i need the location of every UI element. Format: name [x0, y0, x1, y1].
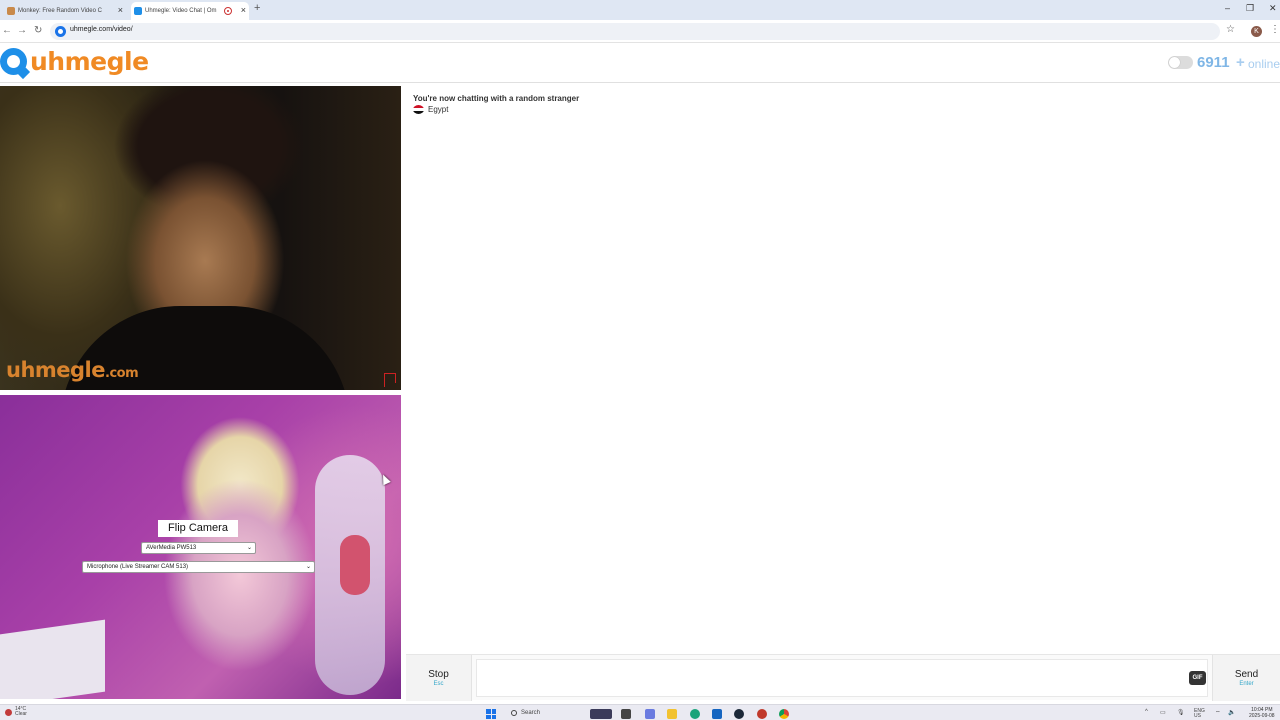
browser-menu-icon[interactable]: ⋮ — [1270, 24, 1280, 35]
weather-desc: Clear — [15, 711, 27, 717]
stranger-video: uhmegle.com — [0, 86, 401, 390]
stop-label: Stop — [428, 669, 449, 680]
url-text: uhmegle.com/video/ — [70, 26, 133, 33]
weather-widget[interactable]: 14°C Clear — [5, 707, 27, 717]
chrome-icon[interactable] — [779, 709, 789, 719]
message-input[interactable] — [476, 659, 1208, 697]
taskbar-search[interactable]: Search — [507, 708, 587, 719]
theme-toggle[interactable] — [1168, 56, 1193, 69]
wifi-icon[interactable]: ⌔ — [1215, 709, 1221, 717]
online-count: 6911 — [1197, 54, 1230, 71]
steam-icon[interactable] — [734, 709, 744, 719]
forward-icon[interactable]: → — [17, 25, 27, 36]
outlook-icon[interactable] — [712, 709, 722, 719]
stranger-country: Egypt — [413, 105, 448, 114]
new-tab-icon[interactable]: + — [254, 2, 260, 14]
stop-hint: Esc — [433, 681, 444, 687]
close-tab-icon[interactable]: × — [118, 5, 123, 15]
back-icon[interactable]: ← — [2, 25, 12, 36]
os-taskbar: 14°C Clear Search ^ ▭ 🎙 ENG US ⌔ 🔈 10:04… — [0, 704, 1280, 720]
tray-app-icon[interactable]: ▭ — [1160, 709, 1166, 716]
language-indicator[interactable]: ENG US — [1194, 709, 1205, 719]
camera-select[interactable]: AVerMedia PW513 ⌄ — [141, 542, 256, 554]
gif-button[interactable]: GIF — [1189, 671, 1206, 685]
game-app-icon[interactable] — [590, 709, 612, 719]
camera-select-value: AVerMedia PW513 — [146, 545, 197, 551]
file-app-icon[interactable] — [621, 709, 631, 719]
site-info-icon[interactable] — [55, 26, 66, 37]
reload-icon[interactable]: ↻ — [34, 25, 42, 36]
copilot-icon[interactable] — [645, 709, 655, 719]
tab-title: Uhmegle: Video Chat | Om — [145, 8, 217, 14]
report-flag-icon[interactable] — [383, 373, 396, 387]
language-region: US — [1194, 713, 1201, 719]
self-video-chair-pad — [340, 535, 370, 595]
chat-status-message: You're now chatting with a random strang… — [413, 94, 580, 103]
close-window-icon[interactable]: ✕ — [1269, 3, 1277, 14]
microphone-tray-icon[interactable]: 🎙 — [1177, 709, 1185, 716]
tab-uhmegle[interactable]: Uhmegle: Video Chat | Om × — [131, 2, 249, 20]
chat-bubble-logo-icon — [0, 48, 27, 75]
close-tab-icon[interactable]: × — [241, 5, 246, 15]
tab-monkey[interactable]: Monkey: Free Random Video C × — [4, 2, 126, 20]
chevron-down-icon: ⌄ — [246, 545, 252, 551]
send-button[interactable]: Send Enter — [1212, 655, 1280, 701]
tab-title: Monkey: Free Random Video C — [18, 8, 102, 14]
edge-browser-icon[interactable] — [690, 709, 700, 719]
bookmark-star-icon[interactable]: ☆ — [1226, 24, 1235, 35]
omnibox[interactable]: uhmegle.com/video/ — [50, 23, 1220, 40]
stop-button[interactable]: Stop Esc — [406, 655, 472, 701]
chat-log[interactable]: You're now chatting with a random strang… — [406, 86, 1280, 652]
chat-controls: Stop Esc GIF Send Enter — [406, 654, 1280, 701]
taskbar-clock[interactable]: 10:04 PM 2025-09-08 — [1249, 707, 1275, 719]
self-video-desk — [0, 619, 105, 699]
tray-overflow-icon[interactable]: ^ — [1145, 709, 1148, 715]
recording-indicator-icon — [224, 7, 232, 15]
microphone-select[interactable]: Microphone (Live Streamer CAM 513) ⌄ — [82, 561, 315, 573]
browser-tab-strip: Monkey: Free Random Video C × Uhmegle: V… — [0, 0, 1280, 20]
watermark-main: uhmegle — [6, 358, 106, 382]
send-hint: Enter — [1239, 681, 1254, 687]
restore-icon[interactable]: ❐ — [1246, 3, 1254, 14]
logo-text: uhmegle — [30, 47, 149, 76]
windows-start-icon[interactable] — [486, 709, 496, 719]
online-label: online — [1248, 57, 1280, 71]
flip-camera-button[interactable]: Flip Camera — [158, 520, 238, 537]
site-logo[interactable]: uhmegle — [0, 47, 149, 76]
profile-avatar[interactable]: K — [1251, 26, 1262, 37]
send-label: Send — [1234, 669, 1259, 680]
uhmegle-favicon-icon — [134, 7, 142, 15]
volume-icon[interactable]: 🔈 — [1228, 709, 1235, 716]
country-name: Egypt — [428, 105, 449, 114]
site-header: uhmegle 6911 + online — [0, 43, 1280, 83]
monkey-favicon-icon — [7, 7, 15, 15]
address-bar-row: ← → ↻ uhmegle.com/video/ — [0, 20, 1280, 43]
recording-app-icon[interactable] — [757, 709, 767, 719]
egypt-flag-icon — [413, 105, 424, 114]
microphone-select-value: Microphone (Live Streamer CAM 513) — [87, 564, 189, 570]
online-plus: + — [1236, 54, 1245, 71]
video-watermark: uhmegle.com — [6, 358, 139, 382]
chevron-down-icon: ⌄ — [305, 564, 311, 570]
file-explorer-icon[interactable] — [667, 709, 677, 719]
weather-icon — [5, 708, 12, 716]
watermark-suffix: .com — [105, 366, 139, 381]
clock-date: 2025-09-08 — [1249, 713, 1275, 719]
minimize-icon[interactable]: – — [1225, 3, 1230, 13]
